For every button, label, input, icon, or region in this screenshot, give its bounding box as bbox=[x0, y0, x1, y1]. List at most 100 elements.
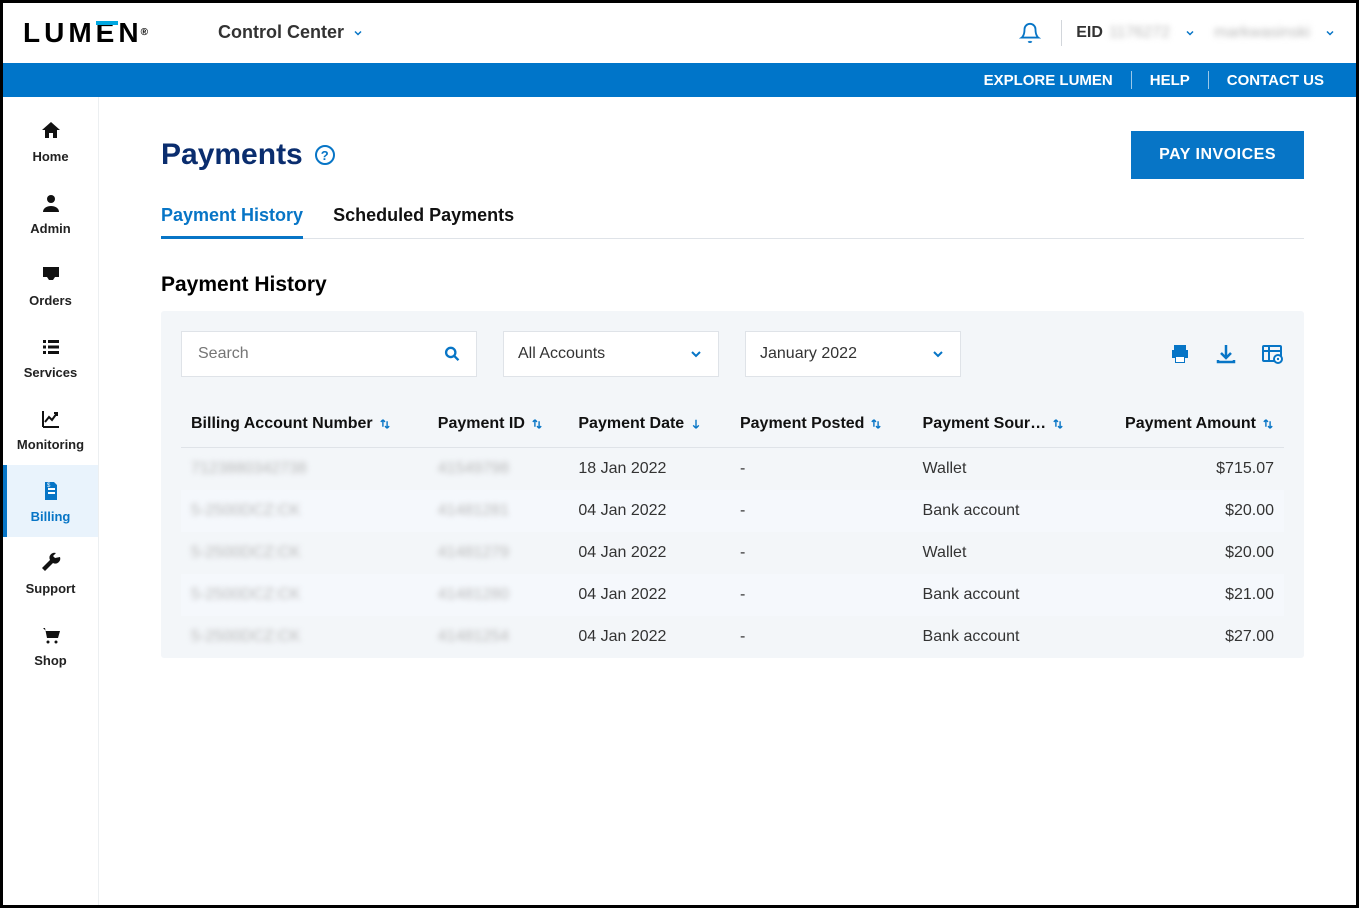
sidebar-item-label: Billing bbox=[31, 509, 71, 524]
table-row[interactable]: 5-2500DCZ:CK4148128004 Jan 2022-Bank acc… bbox=[181, 574, 1284, 616]
chevron-down-icon bbox=[1324, 27, 1336, 39]
table-settings-icon[interactable] bbox=[1260, 342, 1284, 366]
global-header: LUMEN® Control Center EID 1176272 markwa… bbox=[3, 3, 1356, 63]
sidebar-item-monitoring[interactable]: Monitoring bbox=[3, 393, 98, 465]
notifications-button[interactable] bbox=[1013, 16, 1047, 50]
table-row[interactable]: 5-2500DCZ:CK4148127904 Jan 2022-Wallet$2… bbox=[181, 532, 1284, 574]
col-payment-amount[interactable]: Payment Amount bbox=[1094, 401, 1284, 448]
content: Payments ? PAY INVOICES Payment History … bbox=[99, 97, 1356, 905]
period-filter-value: January 2022 bbox=[760, 345, 857, 363]
cell-psource: Wallet bbox=[913, 448, 1095, 491]
cell-pposted: - bbox=[730, 616, 913, 658]
sort-both-icon bbox=[531, 417, 543, 431]
table-row[interactable]: 7123880342738 41549798 18 Jan 2022-Wallet$… bbox=[181, 448, 1284, 491]
cell-pposted: - bbox=[730, 448, 913, 491]
sidebar-item-orders[interactable]: Orders bbox=[3, 249, 98, 321]
cell-pdate: 04 Jan 2022 bbox=[568, 490, 730, 532]
sidebar-item-home[interactable]: Home bbox=[3, 105, 98, 177]
chevron-down-icon bbox=[1184, 27, 1196, 39]
contact-link[interactable]: CONTACT US bbox=[1221, 72, 1330, 89]
sidebar-item-billing[interactable]: $ Billing bbox=[3, 465, 98, 537]
account-filter-value: All Accounts bbox=[518, 345, 605, 363]
cell-pid: 41481254 bbox=[438, 628, 509, 645]
sidebar-item-admin[interactable]: Admin bbox=[3, 177, 98, 249]
bell-icon bbox=[1019, 22, 1041, 44]
cell-ban: 5-2500DCZ:CK bbox=[191, 586, 300, 603]
search-icon bbox=[443, 344, 462, 364]
wrench-icon bbox=[39, 551, 63, 575]
section-heading: Payment History bbox=[161, 273, 1304, 297]
cell-pid: 41481281 bbox=[438, 502, 509, 519]
sidebar-item-support[interactable]: Support bbox=[3, 537, 98, 609]
cell-pposted: - bbox=[730, 532, 913, 574]
app-switcher[interactable]: Control Center bbox=[218, 22, 364, 43]
sidebar-item-shop[interactable]: Shop bbox=[3, 609, 98, 681]
sidebar-item-label: Services bbox=[24, 365, 78, 380]
sidebar-item-label: Monitoring bbox=[17, 437, 84, 452]
inbox-icon bbox=[39, 263, 63, 287]
chevron-down-icon bbox=[352, 27, 364, 39]
col-billing-account[interactable]: Billing Account Number bbox=[181, 401, 428, 448]
help-link[interactable]: HELP bbox=[1144, 72, 1196, 89]
help-icon[interactable]: ? bbox=[315, 145, 335, 165]
tab-payment-history[interactable]: Payment History bbox=[161, 205, 303, 239]
cell-pid: 41481280 bbox=[438, 586, 509, 603]
cell-ban: 5-2500DCZ:CK bbox=[191, 544, 300, 561]
cart-icon bbox=[39, 623, 63, 647]
user-menu[interactable]: markwasinski bbox=[1214, 24, 1336, 42]
sidebar-item-label: Home bbox=[32, 149, 68, 164]
col-payment-posted[interactable]: Payment Posted bbox=[730, 401, 913, 448]
account-filter[interactable]: All Accounts bbox=[503, 331, 719, 377]
cell-pdate: 04 Jan 2022 bbox=[568, 616, 730, 658]
eid-selector[interactable]: EID 1176272 bbox=[1076, 24, 1196, 42]
tab-scheduled-payments[interactable]: Scheduled Payments bbox=[333, 205, 514, 238]
eid-value: 1176272 bbox=[1109, 24, 1170, 42]
cell-pamount: $27.00 bbox=[1094, 616, 1284, 658]
cell-pamount: $21.00 bbox=[1094, 574, 1284, 616]
page-title-text: Payments bbox=[161, 138, 303, 172]
sidebar-item-services[interactable]: Services bbox=[3, 321, 98, 393]
download-icon[interactable] bbox=[1214, 342, 1238, 366]
home-icon bbox=[39, 119, 63, 143]
col-payment-id[interactable]: Payment ID bbox=[428, 401, 569, 448]
col-payment-date[interactable]: Payment Date bbox=[568, 401, 730, 448]
sidebar-item-label: Orders bbox=[29, 293, 72, 308]
cell-ban: 7123880342738 bbox=[191, 460, 307, 477]
search-field[interactable] bbox=[181, 331, 477, 377]
divider bbox=[1061, 20, 1062, 46]
print-icon[interactable] bbox=[1168, 342, 1192, 366]
page-title: Payments ? bbox=[161, 138, 335, 172]
chevron-down-icon bbox=[930, 346, 946, 362]
cell-ban: 5-2500DCZ:CK bbox=[191, 628, 300, 645]
search-input[interactable] bbox=[196, 344, 443, 364]
cell-pdate: 18 Jan 2022 bbox=[568, 448, 730, 491]
chart-icon bbox=[39, 407, 63, 431]
brand-logo: LUMEN® bbox=[23, 17, 148, 49]
col-payment-source[interactable]: Payment Sour… bbox=[913, 401, 1095, 448]
tabs: Payment History Scheduled Payments bbox=[161, 205, 1304, 239]
sidebar-item-label: Shop bbox=[34, 653, 67, 668]
payments-table: Billing Account Number Payment ID Paymen… bbox=[181, 401, 1284, 658]
cell-ban: 5-2500DCZ:CK bbox=[191, 502, 300, 519]
table-row[interactable]: 5-2500DCZ:CK4148128104 Jan 2022-Bank acc… bbox=[181, 490, 1284, 532]
cell-pposted: - bbox=[730, 490, 913, 532]
billing-icon: $ bbox=[39, 479, 63, 503]
cell-pdate: 04 Jan 2022 bbox=[568, 532, 730, 574]
sort-both-icon bbox=[870, 417, 882, 431]
sort-both-icon bbox=[1052, 417, 1064, 431]
utility-bar: EXPLORE LUMEN HELP CONTACT US bbox=[3, 63, 1356, 97]
table-row[interactable]: 5-2500DCZ:CK 41481254 04 Jan 2022-Bank acc… bbox=[181, 616, 1284, 658]
pay-invoices-button[interactable]: PAY INVOICES bbox=[1131, 131, 1304, 179]
cell-psource: Bank account bbox=[913, 616, 1095, 658]
cell-psource: Bank account bbox=[913, 574, 1095, 616]
cell-pid: 41549798 bbox=[438, 460, 509, 477]
cell-pamount: $20.00 bbox=[1094, 532, 1284, 574]
explore-link[interactable]: EXPLORE LUMEN bbox=[978, 72, 1119, 89]
sort-desc-icon bbox=[690, 417, 702, 431]
sidebar-item-label: Admin bbox=[30, 221, 70, 236]
list-icon bbox=[39, 335, 63, 359]
sidebar: Home Admin Orders Services Monitoring $ … bbox=[3, 97, 99, 905]
user-icon bbox=[39, 191, 63, 215]
period-filter[interactable]: January 2022 bbox=[745, 331, 961, 377]
cell-pamount: $715.07 bbox=[1094, 448, 1284, 491]
